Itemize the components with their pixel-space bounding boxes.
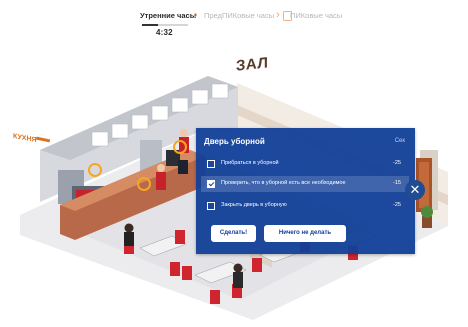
menu-board-7 bbox=[211, 83, 229, 99]
option-row[interactable]: Закрыть дверь в уборную -25 bbox=[201, 198, 409, 214]
customer-1-body bbox=[124, 232, 134, 246]
chevron-right-icon: › bbox=[276, 9, 280, 21]
chair-6 bbox=[210, 290, 220, 304]
menu-board-6 bbox=[191, 89, 209, 105]
chair-5 bbox=[170, 262, 180, 276]
do-button[interactable]: Сделать! bbox=[211, 225, 256, 242]
plant-leaves bbox=[421, 206, 433, 218]
chevron-right-icon: › bbox=[194, 9, 198, 21]
menu-board-2 bbox=[111, 123, 129, 139]
option-row[interactable]: Прибраться в уборной -25 bbox=[201, 156, 409, 172]
option-checkbox[interactable] bbox=[207, 202, 215, 210]
menu-board-3 bbox=[131, 114, 149, 130]
phase-pre-peak: ПредПИКовые часы bbox=[204, 11, 275, 20]
dialog-unit-label: Сек bbox=[394, 138, 405, 144]
order-screen bbox=[178, 160, 188, 174]
option-checkbox[interactable] bbox=[207, 180, 215, 188]
option-label: Прибраться в уборной bbox=[221, 160, 279, 166]
phase-peak: ПИКовые часы bbox=[290, 11, 343, 20]
phase-progress-fill bbox=[142, 24, 159, 26]
staff-2-body bbox=[156, 172, 166, 190]
option-score: -15 bbox=[393, 180, 401, 186]
option-checkbox[interactable] bbox=[207, 160, 215, 168]
dialog-title: Дверь уборной bbox=[204, 137, 265, 146]
customer-2-head bbox=[233, 263, 243, 273]
phase-bar: Утренние часы › ПредПИКовые часы › ПИКов… bbox=[0, 9, 468, 25]
menu-board-5 bbox=[171, 97, 189, 113]
menu-board-4 bbox=[151, 105, 169, 121]
chair-3a bbox=[252, 258, 262, 272]
option-row[interactable]: Проверить, что в уборной есть все необхо… bbox=[201, 176, 409, 192]
do-nothing-button[interactable]: Ничего не делать bbox=[264, 225, 346, 242]
phase-morning: Утренние часы bbox=[140, 11, 197, 20]
game-screen: ЗАЛ КУХНЯ Утренние часы › ПредПИКовые ча… bbox=[0, 0, 468, 327]
menu-board-1 bbox=[91, 131, 109, 147]
customer-1-head bbox=[124, 223, 134, 233]
option-label: Закрыть дверь в уборную bbox=[221, 202, 287, 208]
option-score: -25 bbox=[393, 202, 401, 208]
hall-label: ЗАЛ bbox=[236, 54, 269, 75]
staff-2-head bbox=[157, 164, 165, 172]
action-dialog: Дверь уборной Сек Прибраться в уборной -… bbox=[196, 128, 415, 254]
option-label: Проверить, что в уборной есть все необхо… bbox=[221, 180, 346, 186]
staff-1-head bbox=[180, 129, 188, 137]
close-icon[interactable]: ✕ bbox=[405, 180, 425, 200]
option-score: -25 bbox=[393, 160, 401, 166]
chair-2a bbox=[182, 266, 192, 280]
chair-1b bbox=[175, 230, 185, 244]
phase-progress-track bbox=[142, 24, 188, 26]
timer: 4:32 bbox=[156, 28, 173, 37]
customer-2-body bbox=[233, 272, 243, 288]
